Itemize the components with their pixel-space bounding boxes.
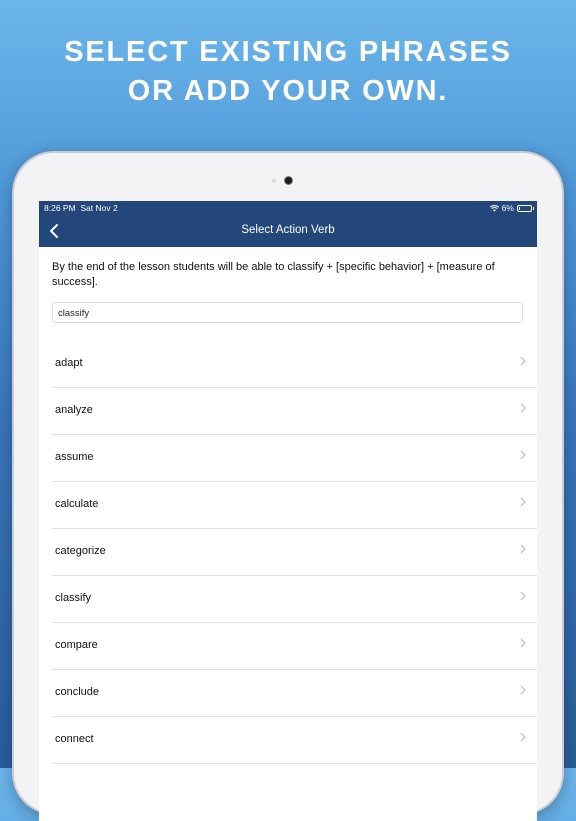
chevron-right-icon [520,450,526,460]
battery-icon [517,204,534,212]
verb-label: categorize [55,545,106,557]
verb-list-item[interactable]: adapt [52,341,537,388]
battery-percent: 6% [501,203,514,213]
verb-label: compare [55,639,98,651]
light-sensor [272,179,276,183]
front-camera [285,177,292,184]
verb-list: adapt analyze assume calculate categorize cla… [52,341,537,764]
status-date: Sat Nov 2 [80,203,118,213]
status-bar: 8:26 PM Sat Nov 2 6% [39,201,537,216]
wifi-icon [489,204,499,212]
chevron-right-icon [520,685,526,695]
verb-list-item[interactable]: categorize [52,529,537,576]
promo-headline: SELECT EXISTING PHRASES OR ADD YOUR OWN. [0,33,576,111]
chevron-right-icon [520,356,526,366]
verb-list-item[interactable]: conclude [52,670,537,717]
verb-label: connect [55,733,94,745]
promo-line-1: SELECT EXISTING PHRASES [64,36,512,68]
status-time: 8:26 PM [44,203,76,213]
chevron-right-icon [520,544,526,554]
status-right: 6% [489,203,534,213]
verb-label: calculate [55,498,99,510]
verb-label: classify [55,592,92,604]
content-area: By the end of the lesson students will b… [39,247,537,821]
verb-label: assume [55,451,94,463]
verb-label: adapt [55,357,83,369]
verb-list-item[interactable]: connect [52,717,537,764]
verb-list-item[interactable]: analyze [52,388,537,435]
verb-list-item[interactable]: assume [52,435,537,482]
verb-label: analyze [55,404,93,416]
verb-search-input[interactable]: classify [52,302,523,323]
lesson-description: By the end of the lesson students will b… [52,261,495,288]
chevron-right-icon [520,403,526,413]
verb-label: conclude [55,686,100,698]
tablet-frame: 8:26 PM Sat Nov 2 6% Select Action Verb … [14,153,562,821]
chevron-right-icon [520,732,526,742]
chevron-right-icon [520,591,526,601]
verb-list-item[interactable]: classify [52,576,537,623]
nav-title: Select Action Verb [241,224,335,236]
chevron-right-icon [520,638,526,648]
promo-line-2: OR ADD YOUR OWN. [127,75,449,107]
chevron-right-icon [520,497,526,507]
app-screen: 8:26 PM Sat Nov 2 6% Select Action Verb … [39,201,537,821]
verb-list-item[interactable]: calculate [52,482,537,529]
status-time-date: 8:26 PM Sat Nov 2 [44,203,118,213]
verb-list-item[interactable]: compare [52,623,537,670]
navigation-bar: Select Action Verb [39,216,537,247]
